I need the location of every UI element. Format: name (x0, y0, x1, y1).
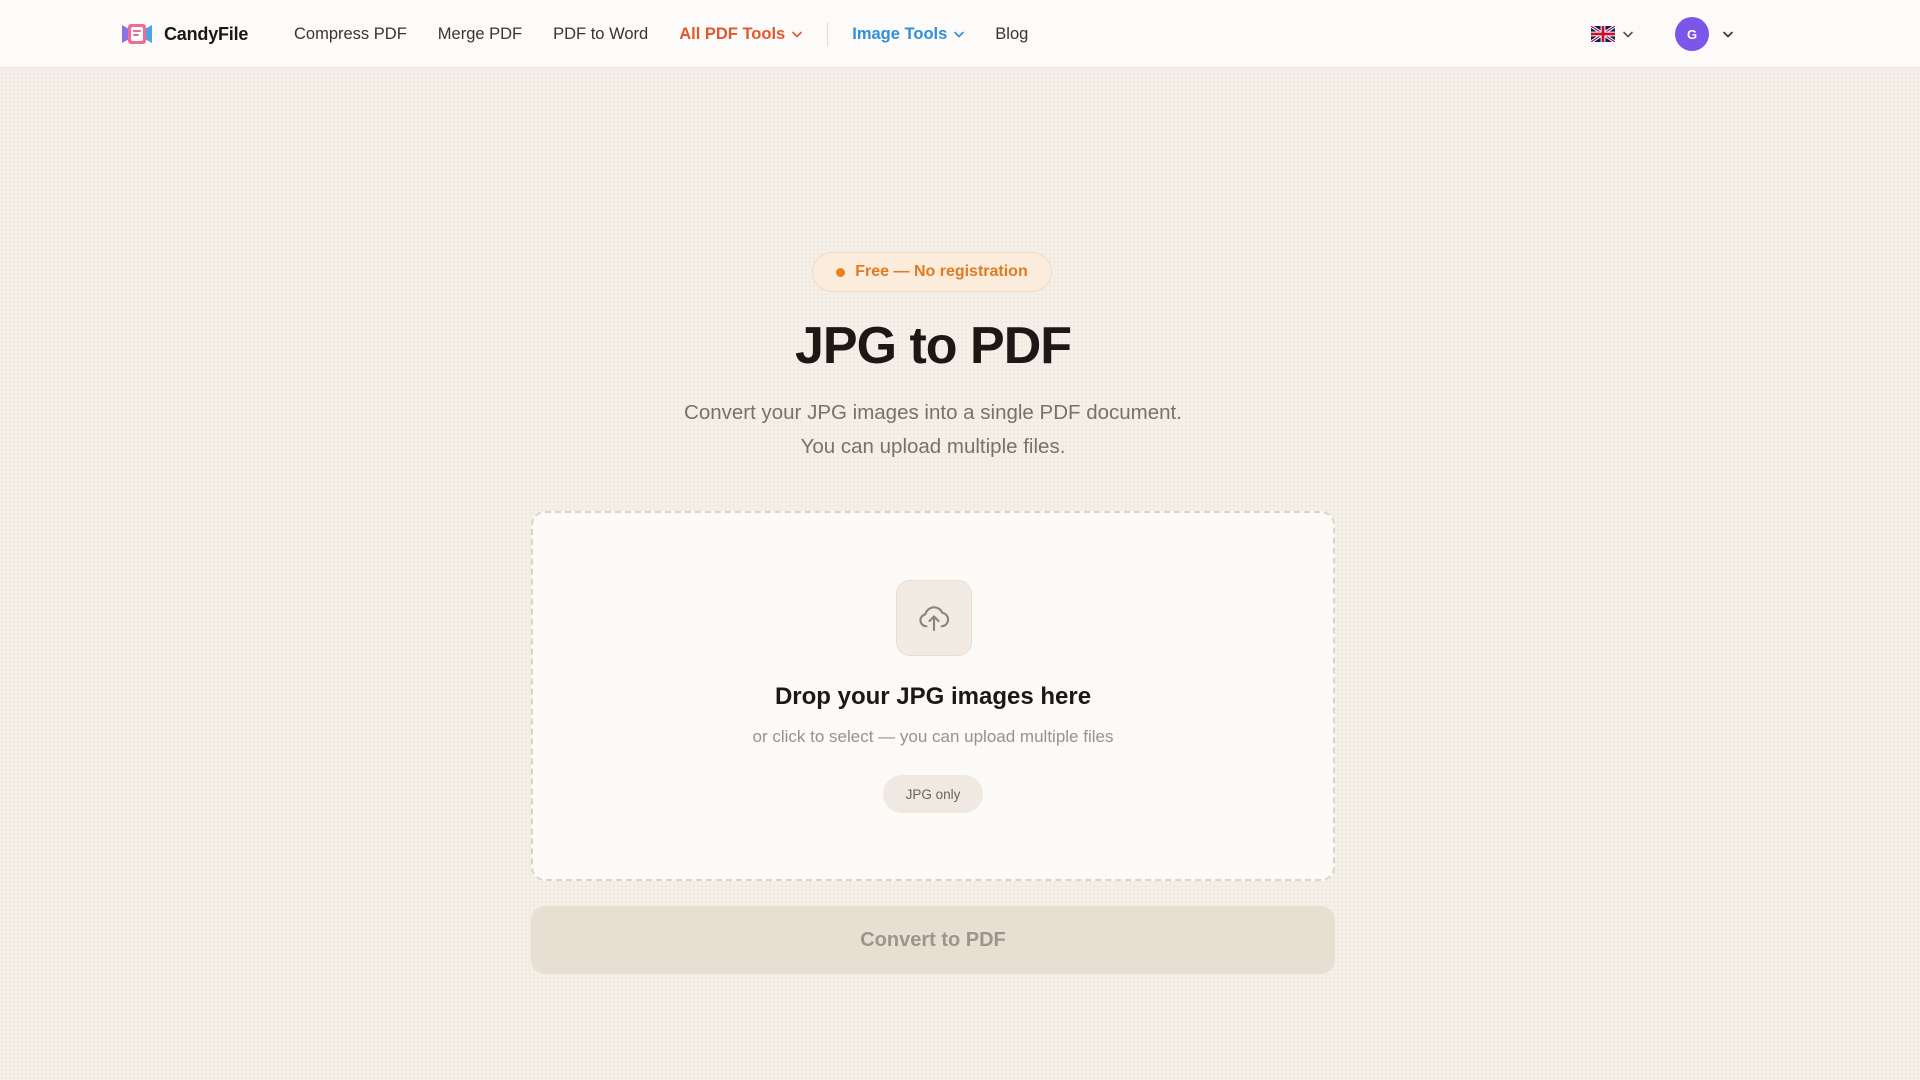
nav-all-pdf-tools-label: All PDF Tools (679, 24, 786, 43)
user-menu[interactable]: G (1675, 0, 1733, 68)
chevron-down-icon (954, 31, 965, 37)
uk-flag-icon (1591, 26, 1615, 42)
format-chip: JPG only (883, 775, 983, 813)
dropzone-subtitle: or click to select — you can upload mult… (752, 727, 1114, 746)
top-header: CandyFile Compress PDF Merge PDF PDF to … (0, 0, 1920, 68)
subtitle-line-2: You can upload multiple files. (800, 435, 1066, 458)
dropzone-title: Drop your JPG images here (774, 683, 1092, 710)
language-selector[interactable] (1591, 0, 1633, 68)
avatar: G (1675, 17, 1709, 51)
chevron-down-icon (792, 31, 803, 37)
chevron-down-icon (1623, 31, 1633, 37)
main-nav: Compress PDF Merge PDF PDF to Word All P… (294, 0, 1059, 68)
upload-icon-box (896, 580, 972, 656)
cloud-upload-icon (919, 606, 950, 632)
nav-image-tools[interactable]: Image Tools (852, 24, 965, 44)
file-dropzone[interactable]: Drop your JPG images here or click to se… (531, 511, 1335, 881)
badge-dot-icon (836, 267, 846, 277)
nav-compress-pdf[interactable]: Compress PDF (294, 25, 407, 44)
page-title: JPG to PDF (794, 317, 1072, 375)
nav-pdf-to-word[interactable]: PDF to Word (553, 25, 648, 44)
brand-name: CandyFile (164, 23, 249, 44)
badge-text: Free — No registration (855, 263, 1028, 280)
page-subtitle: Convert your JPG images into a single PD… (0, 396, 1866, 464)
brand-logo[interactable]: CandyFile (120, 0, 248, 68)
convert-to-pdf-button[interactable]: Convert to PDF (531, 906, 1335, 974)
free-badge: Free — No registration (812, 252, 1052, 292)
nav-divider (827, 22, 829, 46)
nav-merge-pdf[interactable]: Merge PDF (438, 25, 522, 44)
nav-image-tools-label: Image Tools (852, 24, 948, 43)
nav-all-pdf-tools[interactable]: All PDF Tools (679, 24, 803, 44)
subtitle-line-1: Convert your JPG images into a single PD… (684, 401, 1182, 424)
chevron-down-icon (1723, 31, 1733, 37)
candy-logo-icon (122, 24, 152, 44)
nav-blog[interactable]: Blog (995, 25, 1028, 44)
